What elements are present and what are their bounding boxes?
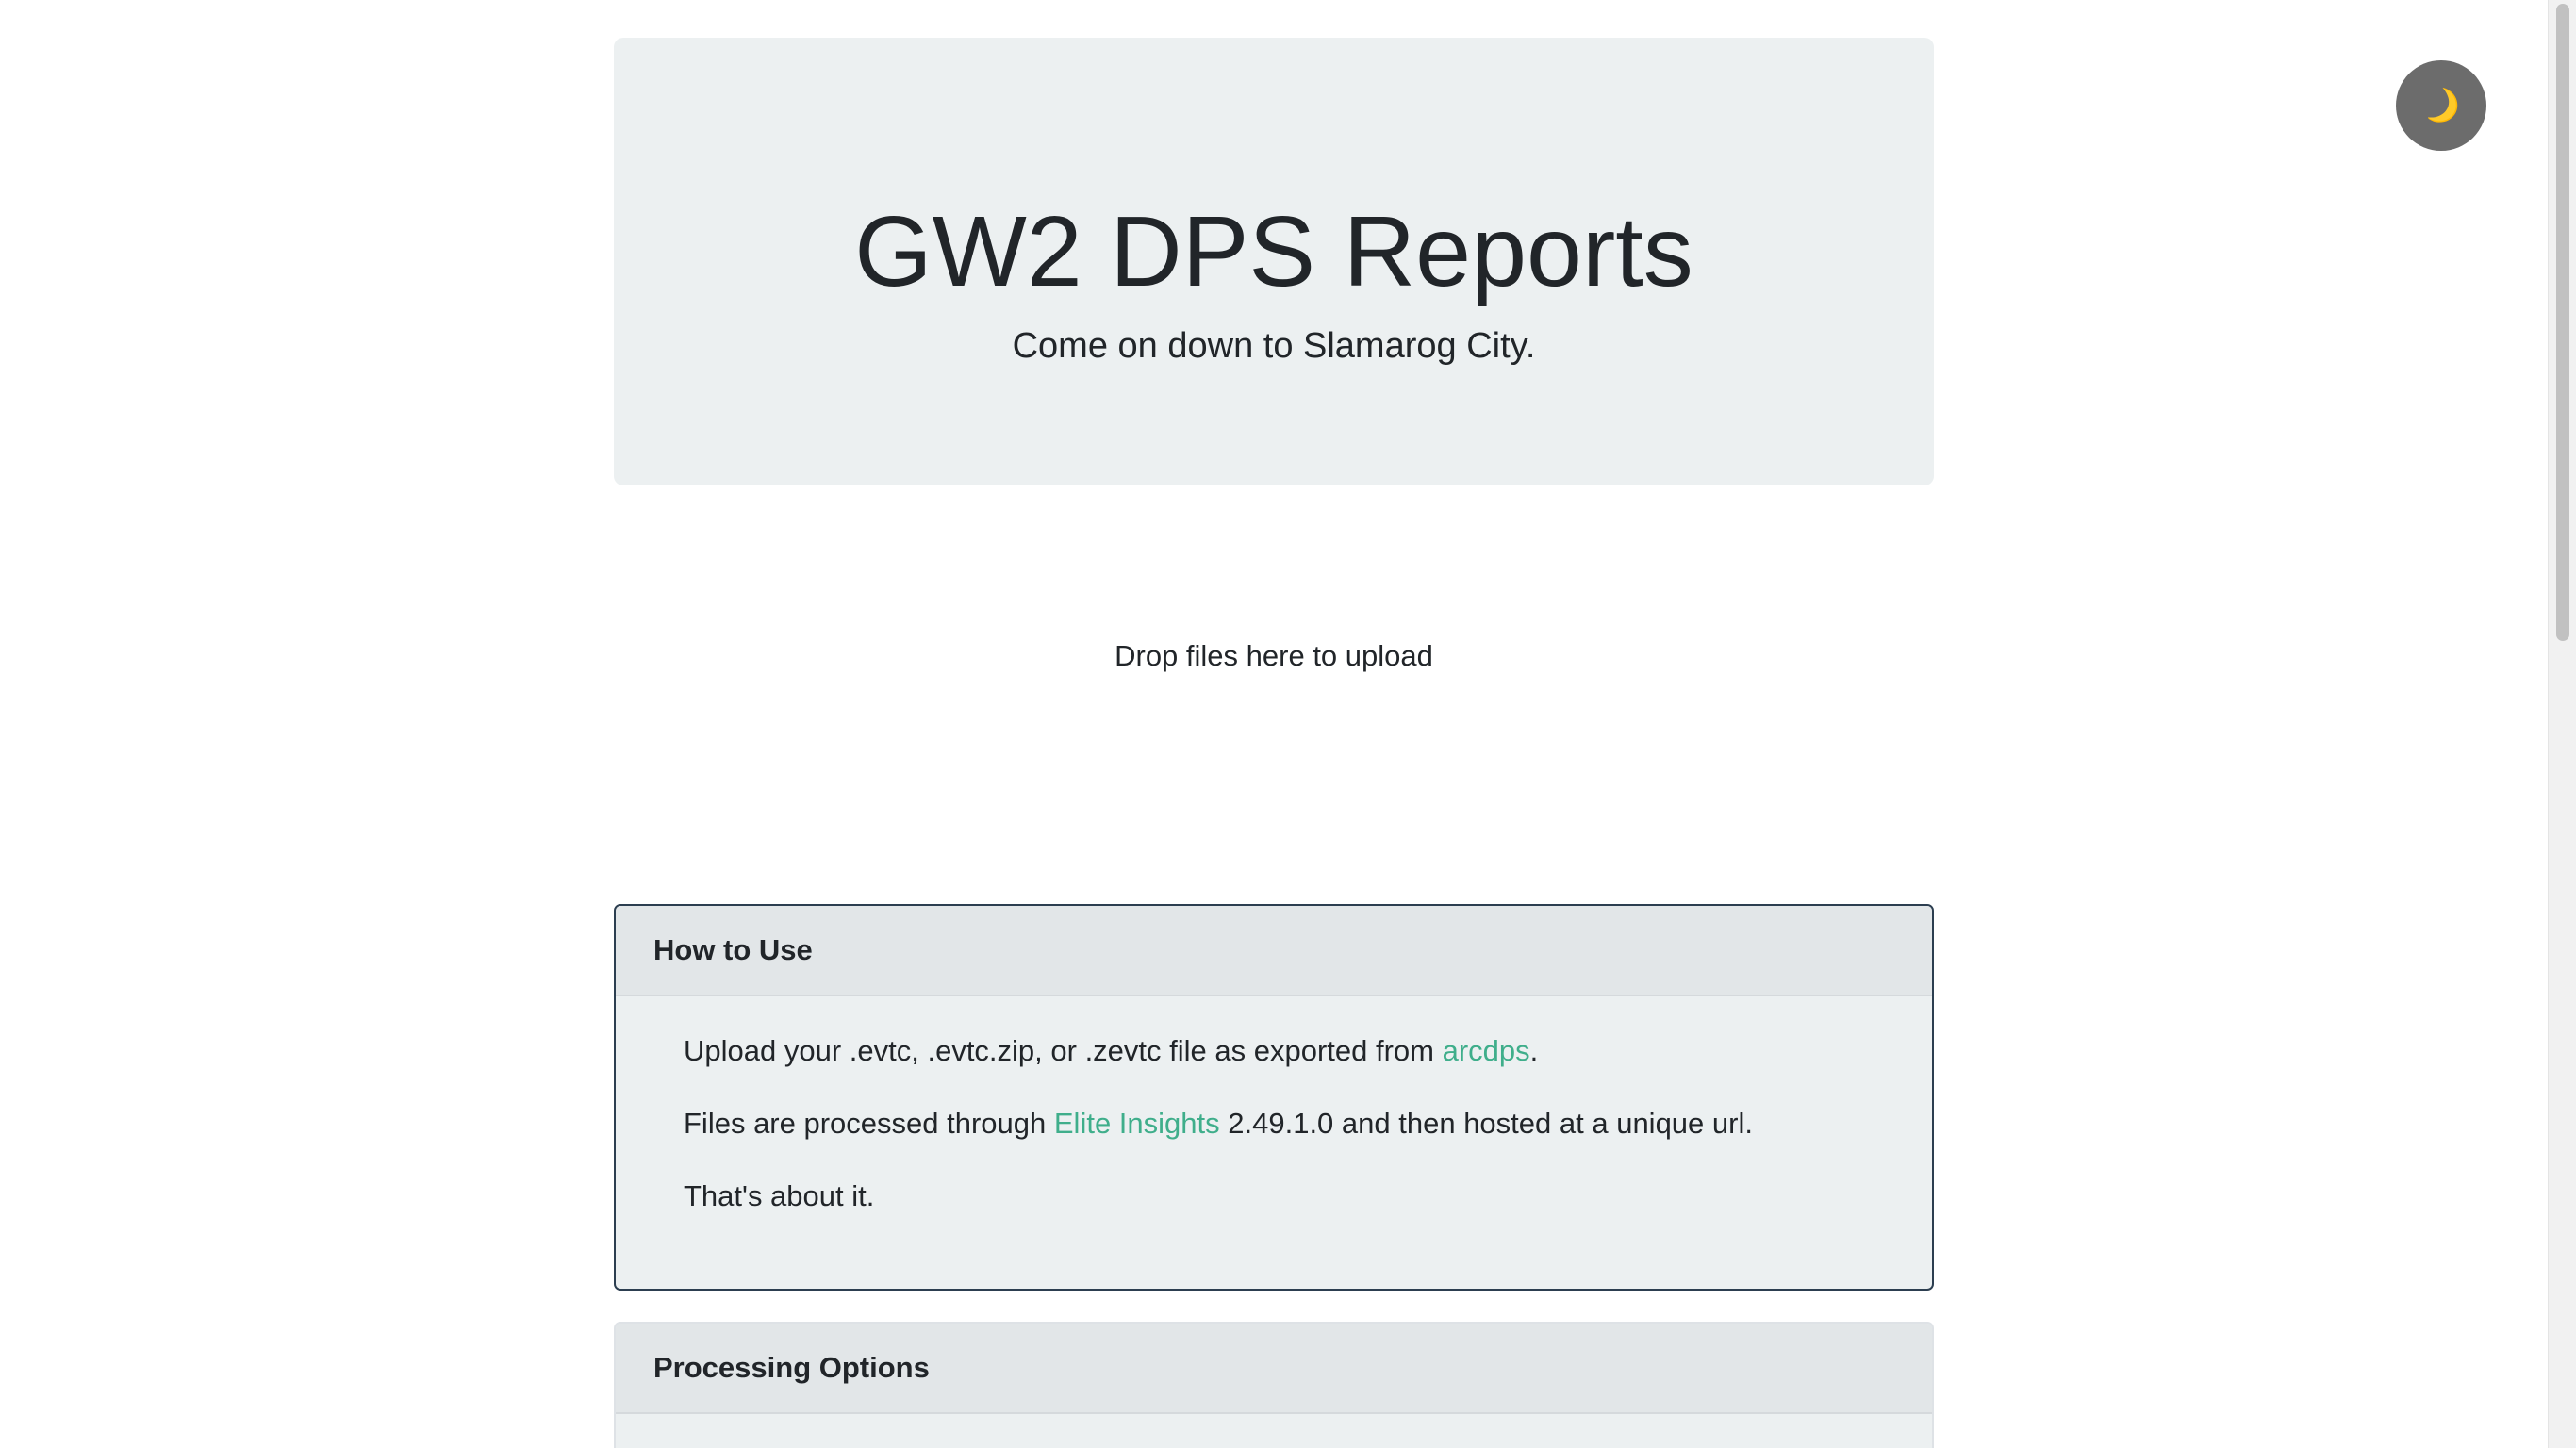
file-dropzone[interactable]: Drop files here to upload	[614, 528, 1934, 797]
arcdps-link[interactable]: arcdps	[1443, 1034, 1530, 1067]
instruction-upload: Upload your .evtc, .evtc.zip, or .zevtc …	[684, 1034, 1864, 1067]
how-to-use-header[interactable]: How to Use	[616, 906, 1932, 996]
processing-options-header[interactable]: Processing Options	[616, 1324, 1932, 1414]
scrollbar-thumb[interactable]	[2556, 4, 2569, 641]
page-tagline: Come on down to Slamarog City.	[1012, 326, 1536, 366]
dark-mode-toggle-button[interactable]: 🌙	[2396, 60, 2486, 151]
page-title: GW2 DPS Reports	[854, 196, 1693, 307]
header-jumbotron: GW2 DPS Reports Come on down to Slamarog…	[614, 38, 1934, 485]
instruction-processing-text: Files are processed through	[684, 1107, 1054, 1140]
instruction-upload-text: Upload your .evtc, .evtc.zip, or .zevtc …	[684, 1034, 1443, 1067]
instruction-processing: Files are processed through Elite Insigh…	[684, 1107, 1864, 1140]
instruction-closing: That's about it.	[684, 1179, 875, 1212]
vertical-scrollbar[interactable]	[2548, 0, 2576, 1448]
instruction-upload-end: .	[1529, 1034, 1539, 1067]
processing-options-card: Processing Options	[614, 1322, 1934, 1448]
moon-icon: 🌙	[2418, 83, 2465, 128]
dropzone-label: Drop files here to upload	[1115, 638, 1433, 672]
how-to-use-body: Upload your .evtc, .evtc.zip, or .zevtc …	[616, 996, 1932, 1212]
how-to-use-card: How to Use Upload your .evtc, .evtc.zip,…	[614, 904, 1934, 1291]
page: GW2 DPS Reports Come on down to Slamarog…	[0, 0, 2546, 1448]
elite-insights-link[interactable]: Elite Insights	[1054, 1107, 1220, 1140]
instruction-processing-end: 2.49.1.0 and then hosted at a unique url…	[1219, 1107, 1753, 1140]
